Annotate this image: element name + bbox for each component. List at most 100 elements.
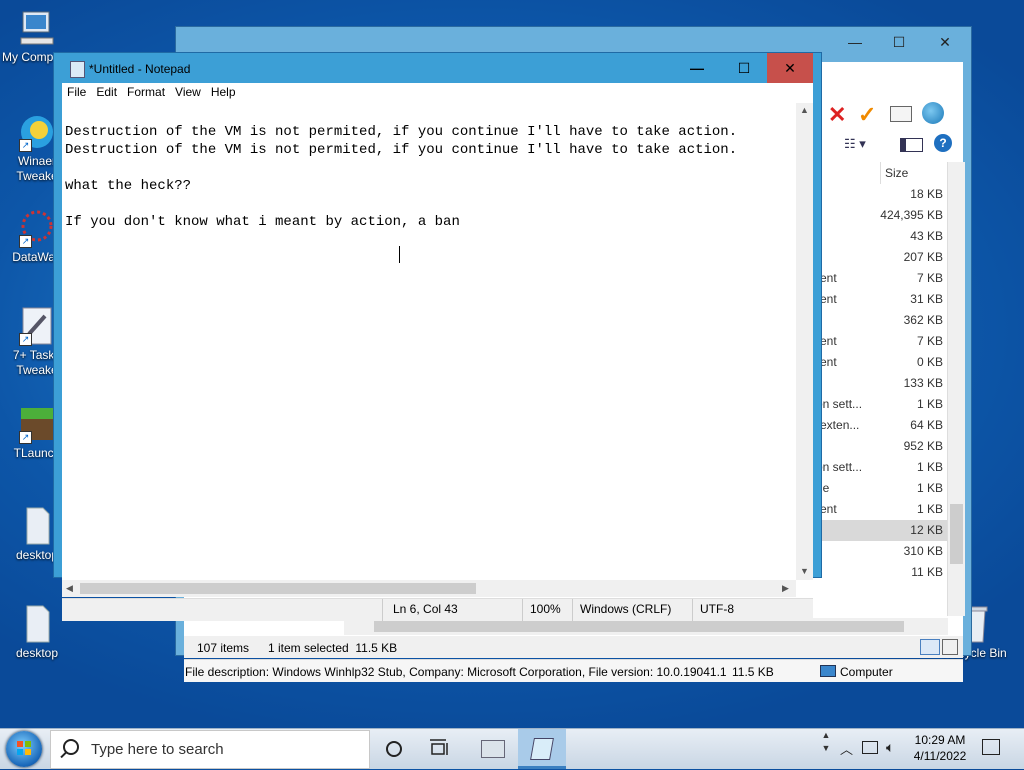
file-row[interactable]: n207 KB — [804, 247, 947, 268]
menu-format[interactable]: Format — [122, 83, 170, 101]
window-title: *Untitled - Notepad — [89, 62, 191, 76]
text-line — [65, 195, 795, 213]
notepad-status-bar: Ln 6, Col 43 100% Windows (CRLF) UTF-8 — [62, 598, 813, 621]
document-text[interactable]: Destruction of the VM is not permited, i… — [65, 105, 795, 267]
file-size: 11.5 KB — [732, 665, 774, 679]
location-label: Computer — [840, 665, 893, 679]
search-placeholder: Type here to search — [91, 741, 224, 758]
notepad-text-area[interactable]: Destruction of the VM is not permited, i… — [62, 103, 813, 597]
scroll-up-icon[interactable]: ▲ — [800, 105, 809, 115]
notepad-vertical-scrollbar[interactable]: ▲ ▼ — [796, 103, 813, 580]
text-line: Destruction of the VM is not permited, i… — [65, 124, 738, 140]
file-row[interactable]: ment 1 KB — [804, 499, 947, 520]
file-size: 424,395 KB — [880, 208, 943, 222]
network-icon[interactable] — [862, 741, 878, 754]
file-size: 207 KB — [903, 250, 943, 264]
delete-icon[interactable]: ✕ — [828, 102, 846, 128]
scroll-thumb[interactable] — [80, 583, 476, 594]
zoom-level: 100% — [530, 602, 561, 616]
status-separator — [522, 599, 523, 621]
cursor-position: Ln 6, Col 43 — [393, 602, 458, 616]
status-separator — [692, 599, 693, 621]
file-row[interactable]: File1 KB — [804, 478, 947, 499]
shortcut-arrow-icon: ↗ — [19, 431, 32, 444]
file-row[interactable]: 43 KB — [804, 226, 947, 247]
file-row[interactable]: ment 0 KB — [804, 352, 947, 373]
file-size: 310 KB — [903, 544, 943, 558]
explorer-vertical-scrollbar[interactable] — [947, 162, 965, 616]
text-line: Destruction of the VM is not permited, i… — [65, 142, 738, 158]
task-view-icon[interactable] — [428, 739, 452, 759]
desktop-icon-label: desktop — [15, 646, 59, 660]
volume-icon[interactable]: 🔈︎ — [886, 739, 894, 756]
shortcut-arrow-icon: ↗ — [19, 139, 32, 152]
taskbar-scroll[interactable]: ▲ ▼ — [818, 729, 834, 769]
file-size: 1 KB — [916, 502, 943, 516]
large-icons-view-icon[interactable] — [942, 639, 958, 655]
details-view-icon[interactable] — [920, 639, 940, 655]
file-size: 7 KB — [916, 271, 943, 285]
file-row[interactable]: n18 KB — [804, 184, 947, 205]
notepad-horizontal-scrollbar[interactable]: ◀ ▶ — [62, 580, 796, 597]
notepad-title-bar[interactable]: *Untitled - Notepad — ☐ ✕ — [54, 53, 821, 83]
scroll-right-icon[interactable]: ▶ — [782, 583, 789, 594]
clock[interactable]: 10:29 AM 4/11/2022 — [908, 732, 972, 764]
explorer-minimize-button[interactable]: — — [832, 27, 878, 57]
explorer-close-button[interactable]: ✕ — [922, 27, 968, 57]
checkmark-icon[interactable]: ✓ — [858, 102, 876, 128]
clock-time: 10:29 AM — [914, 733, 966, 747]
file-row[interactable]: tion sett... 1 KB — [804, 457, 947, 478]
show-hidden-icons-icon[interactable]: ︿ — [840, 739, 853, 758]
file-row[interactable]: ment 31 KB — [804, 289, 947, 310]
text-line: If you don't know what i meant by action… — [65, 214, 460, 230]
properties-icon[interactable] — [890, 106, 912, 122]
file-icon — [17, 506, 57, 546]
text-line — [65, 159, 795, 177]
view-options-icon[interactable]: ☷ ▾ — [844, 136, 866, 152]
item-count: 107 items — [197, 641, 250, 655]
file-row[interactable]: 11 KB — [804, 562, 947, 583]
notepad-close-button[interactable]: ✕ — [767, 53, 813, 83]
scroll-left-icon[interactable]: ◀ — [66, 583, 73, 594]
line-ending: Windows (CRLF) — [580, 602, 672, 616]
notifications-icon[interactable] — [982, 739, 1000, 755]
clock-date: 4/11/2022 — [913, 749, 967, 763]
menu-help[interactable]: Help — [206, 83, 241, 101]
file-size: 1 KB — [916, 460, 943, 474]
file-row[interactable]: 310 KB — [804, 541, 947, 562]
file-row[interactable]: n exten... 64 KB — [804, 415, 947, 436]
shortcut-arrow-icon: ↗ — [19, 333, 32, 346]
datawag-icon: ↗ — [17, 208, 57, 248]
globe-icon[interactable] — [922, 102, 944, 124]
search-box[interactable]: Type here to search — [50, 730, 370, 769]
file-row[interactable]: n12 KB — [804, 520, 947, 541]
preview-pane-icon[interactable] — [900, 138, 923, 152]
file-row[interactable]: 952 KB — [804, 436, 947, 457]
notepad-minimize-button[interactable]: — — [674, 54, 720, 82]
taskbar-app-explorer[interactable] — [470, 729, 516, 769]
start-button[interactable] — [6, 731, 42, 767]
file-row[interactable]: ment 7 KB — [804, 331, 947, 352]
menu-view[interactable]: View — [170, 83, 206, 101]
status-separator — [572, 599, 573, 621]
task-view-button[interactable] — [378, 733, 410, 765]
file-row[interactable]: 424,395 KB — [804, 205, 947, 226]
explorer-maximize-button[interactable]: ☐ — [876, 27, 922, 57]
file-size: 43 KB — [910, 229, 943, 243]
menu-edit[interactable]: Edit — [91, 83, 122, 101]
file-icon — [17, 604, 57, 644]
menu-file[interactable]: File — [62, 83, 91, 101]
file-row[interactable]: tion sett... 1 KB — [804, 394, 947, 415]
scroll-thumb[interactable] — [374, 621, 904, 632]
notepad-window[interactable]: *Untitled - Notepad — ☐ ✕ File Edit Format… — [53, 52, 822, 621]
scroll-thumb[interactable] — [950, 504, 963, 564]
notepad-maximize-button[interactable]: ☐ — [721, 54, 767, 82]
text-cursor — [399, 246, 400, 263]
file-row[interactable]: n133 KB — [804, 373, 947, 394]
taskbar-app-notepad[interactable] — [518, 729, 566, 769]
scroll-down-icon[interactable]: ▼ — [800, 566, 809, 576]
file-row[interactable]: ment 7 KB — [804, 268, 947, 289]
file-size: 31 KB — [910, 292, 943, 306]
help-icon[interactable]: ? — [934, 134, 952, 152]
file-row[interactable]: n362 KB — [804, 310, 947, 331]
